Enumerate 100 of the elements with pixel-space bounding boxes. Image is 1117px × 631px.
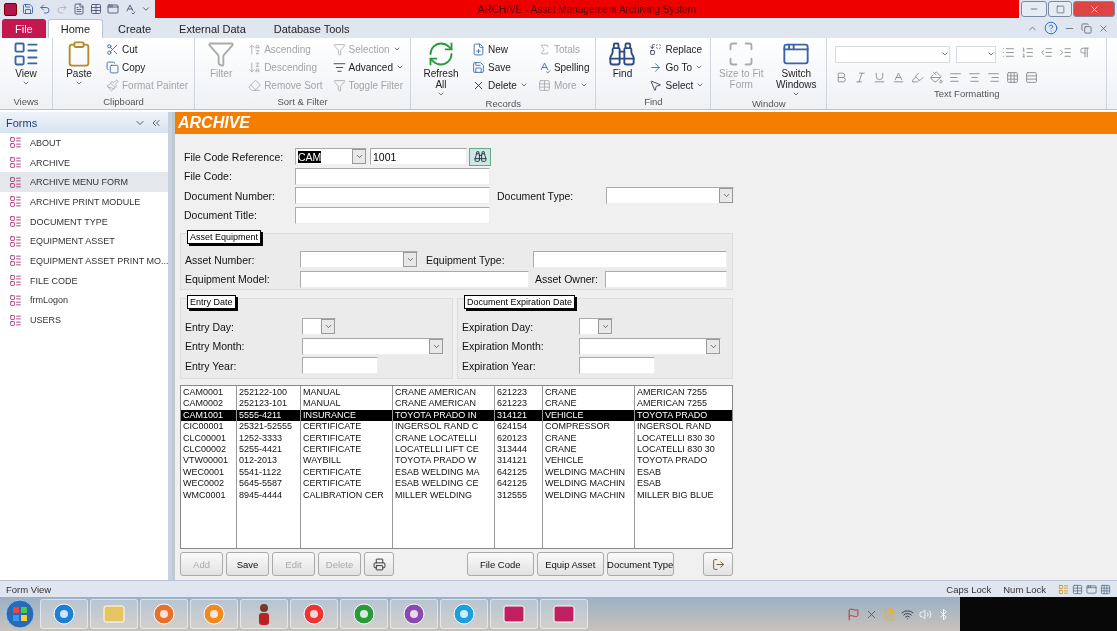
list-cell-text: MANUAL — [302, 398, 342, 410]
taskbar-button[interactable] — [490, 599, 538, 629]
group-legend: Entry Date — [187, 295, 236, 309]
binoculars-icon — [608, 40, 637, 68]
list-cell-text: CERTIFICATE — [302, 432, 363, 444]
taskbar-button[interactable] — [540, 599, 588, 629]
outdent-icon — [1040, 46, 1054, 59]
text-field[interactable] — [300, 270, 529, 288]
gridlines-icon — [1006, 71, 1020, 84]
form-list-item[interactable]: ARCHIVE MENU FORM — [0, 172, 168, 193]
font-size-field[interactable] — [956, 45, 997, 63]
ribbon-button[interactable]: Advanced — [330, 58, 406, 76]
text-field[interactable] — [605, 270, 727, 288]
ribbon-button[interactable]: Replace — [647, 40, 707, 58]
text-field[interactable] — [302, 357, 378, 375]
form-list-item[interactable]: EQUIPMENT ASSET — [0, 231, 168, 252]
list-cell-text: CIC00001 — [182, 421, 225, 433]
ribbon-button[interactable]: View — [4, 40, 48, 96]
ribbon-button[interactable]: Select — [647, 76, 707, 94]
form-list-item[interactable]: EQUIPMENT ASSET PRINT MO... — [0, 251, 168, 271]
form-list-item[interactable]: ABOUT — [0, 133, 168, 153]
ribbon-button[interactable]: Copy — [104, 58, 191, 76]
font-name-field[interactable] — [835, 45, 951, 63]
binoculars-icon — [473, 150, 487, 164]
form-list-item[interactable]: DOCUMENT TYPE — [0, 211, 168, 232]
text-field[interactable] — [533, 251, 727, 269]
taskbar-button[interactable] — [290, 599, 338, 629]
taskbar-button[interactable] — [240, 599, 288, 629]
text-field[interactable] — [579, 357, 655, 375]
text-field[interactable] — [295, 167, 490, 185]
form-list-item[interactable]: ARCHIVE — [0, 152, 168, 173]
ribbon-tab[interactable]: Create — [105, 19, 165, 38]
caret-icon — [792, 90, 801, 98]
ribbon-button[interactable]: Paste — [57, 40, 101, 96]
group-legend: Asset Equipment — [187, 230, 262, 244]
ribbon-button[interactable]: Switch Windows — [770, 40, 823, 98]
print-button[interactable] — [364, 552, 394, 576]
records-list[interactable] — [180, 385, 733, 549]
text-field[interactable]: 1001 — [370, 148, 467, 166]
form-button[interactable]: File Code — [466, 552, 534, 576]
document-type-dropdown[interactable] — [606, 187, 734, 205]
text-field[interactable] — [295, 206, 490, 224]
start-button[interactable] — [2, 598, 38, 630]
list-cell-text: CRANE AMERICAN — [394, 398, 477, 410]
ribbon-button[interactable]: New — [470, 40, 530, 58]
month-dropdown[interactable] — [302, 337, 444, 355]
form-button[interactable]: Document Type — [606, 552, 674, 576]
maximize-button[interactable] — [1048, 1, 1072, 17]
list-cell-text: 8945-4444 — [238, 489, 284, 501]
list-cell-text: CRANE — [544, 432, 578, 444]
field-label: Entry Month: — [185, 340, 246, 353]
datasheet-view-icon — [1072, 583, 1083, 595]
ribbon-button[interactable]: Save — [470, 58, 530, 76]
ribbon-button[interactable]: Spelling — [535, 58, 592, 76]
taskbar-button[interactable] — [390, 599, 438, 629]
search-button[interactable] — [469, 147, 491, 166]
ribbon-button[interactable]: Delete — [470, 76, 530, 94]
list-cell-text: VTW00001 — [182, 455, 230, 467]
taskbar-button[interactable] — [40, 599, 88, 629]
list-cell-text: 642125 — [496, 478, 529, 490]
status-indicator: Caps Lock — [946, 583, 992, 595]
form-button[interactable]: Save — [226, 552, 269, 576]
ribbon-button[interactable]: Find — [600, 40, 645, 96]
list-cell-text: WEC0001 — [182, 466, 226, 479]
ribbon-button[interactable]: Cut — [104, 40, 191, 58]
font-color-icon — [892, 71, 906, 84]
list-cell-text: CRANE LOCATELLI — [394, 432, 478, 444]
table-icon — [537, 78, 551, 92]
field-label: Expiration Month: — [462, 340, 545, 353]
undo-icon — [39, 3, 51, 15]
form-list-item[interactable]: USERS — [0, 310, 168, 330]
exit-button[interactable] — [703, 552, 733, 576]
month-dropdown[interactable] — [579, 337, 721, 355]
day-dropdown[interactable] — [579, 318, 613, 336]
close-button[interactable] — [1073, 1, 1115, 17]
refresh-icon — [427, 40, 455, 68]
minimize-button[interactable] — [1021, 1, 1047, 17]
taskbar-button[interactable] — [340, 599, 388, 629]
asset-number-dropdown[interactable] — [300, 251, 418, 269]
form-icon — [9, 254, 22, 268]
ribbon-tab[interactable]: Home — [47, 19, 104, 38]
text-field[interactable] — [295, 187, 490, 205]
form-list-item[interactable]: frmLogon — [0, 290, 168, 311]
field-label: File Code: — [184, 170, 233, 183]
ribbon-tab[interactable]: External Data — [166, 19, 259, 38]
group-label: Text Formatting — [933, 88, 1001, 101]
form-list-item[interactable]: FILE CODE — [0, 270, 168, 291]
form-list-item[interactable]: ARCHIVE PRINT MODULE — [0, 192, 168, 212]
list-cell-text: WEC0002 — [182, 478, 226, 490]
day-dropdown[interactable] — [302, 318, 336, 336]
field-label: Entry Day: — [185, 320, 235, 333]
form-button[interactable]: Equip Asset — [536, 552, 604, 576]
copy-icon — [106, 60, 119, 74]
ribbon-button[interactable]: Go To — [647, 58, 707, 76]
align-left-icon — [949, 71, 963, 84]
ribbon-tab[interactable]: Database Tools — [260, 19, 363, 38]
code-dropdown[interactable]: CAM — [295, 148, 367, 166]
ribbon-button[interactable]: Refresh All — [415, 40, 467, 98]
paragraph-icon — [1078, 46, 1092, 59]
ribbon-tab[interactable]: File — [2, 19, 46, 38]
